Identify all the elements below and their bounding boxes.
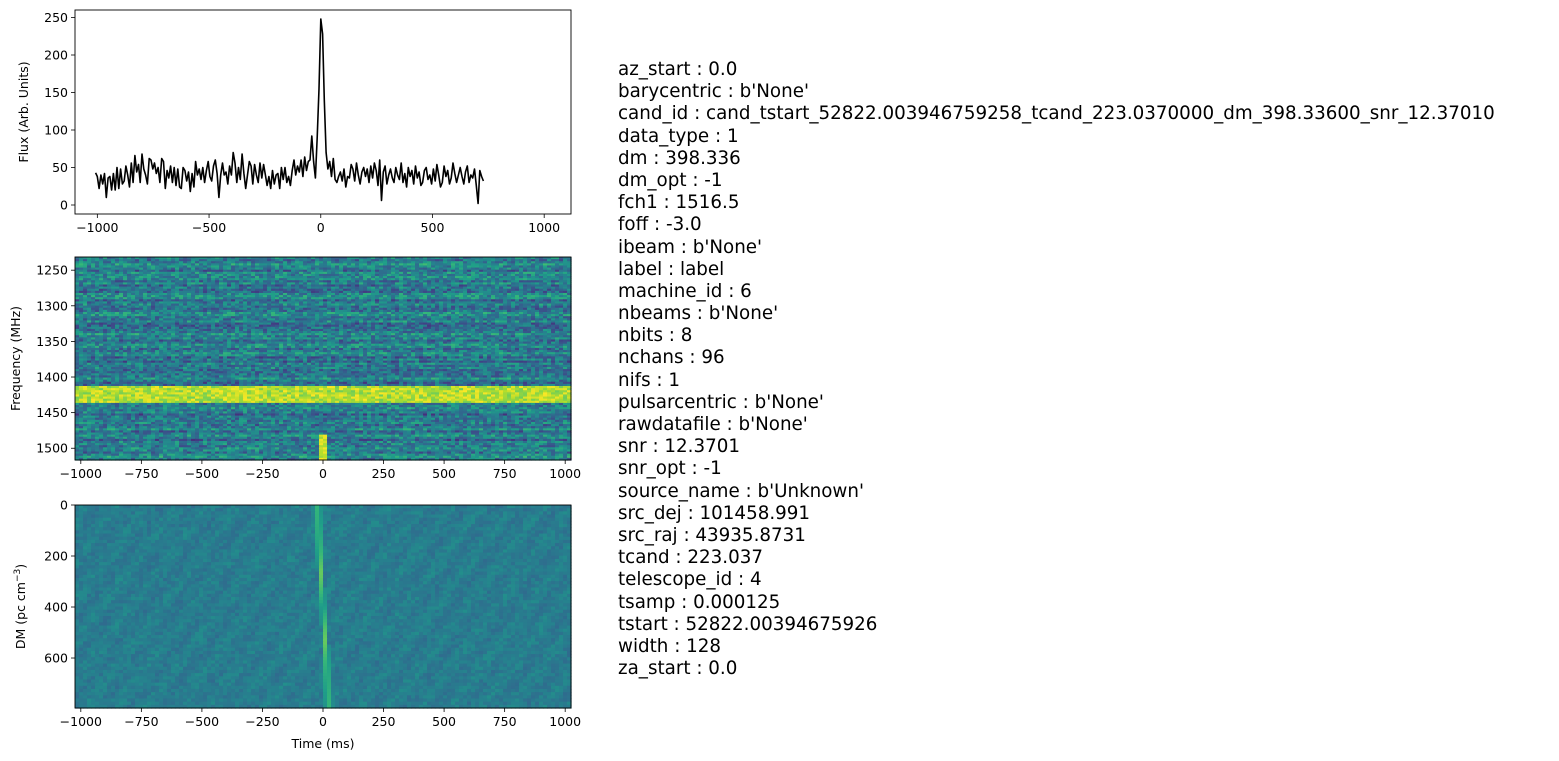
dm-time-image [75,505,572,709]
y-tick-label: 50 [52,160,68,175]
param-tstart: tstart : 52822.00394675926 [618,613,878,635]
param-nbits: nbits : 8 [618,325,693,347]
param-cand-id: cand_id : cand_tstart_52822.003946759258… [618,103,1495,125]
x-tick-label: 500 [432,714,456,729]
x-tick-label: 0 [317,220,325,235]
y-tick-label: 100 [44,123,68,138]
y-tick-label: 1300 [36,298,68,313]
param-az-start: az_start : 0.0 [618,59,738,80]
x-tick-label: 500 [421,220,445,235]
x-tick-label: −250 [245,466,279,481]
y-tick-label: 250 [44,10,68,25]
param-snr-opt: snr_opt : -1 [618,458,722,480]
param-src-raj: src_raj : 43935.8731 [618,524,806,546]
candidate-parameters-list: az_start : 0.0 barycentric : b'None' cand_… [618,59,1495,680]
x-tick-label: −1000 [76,220,118,235]
param-nchans: nchans : 96 [618,347,725,369]
x-tick-label: 0 [319,466,327,481]
param-barycentric: barycentric : b'None' [618,81,809,103]
x-tick-label: 500 [432,466,456,481]
x-tick-label: 1000 [528,220,560,235]
x-tick-label: 750 [493,714,517,729]
x-tick-label: 750 [493,466,517,481]
y-axis-label: DM (pc cm−3) [13,564,28,649]
param-snr: snr : 12.3701 [618,436,741,458]
x-tick-label: 1000 [549,714,581,729]
y-tick-label: 1450 [36,405,68,420]
param-nifs: nifs : 1 [618,369,681,391]
y-axis-label: Flux (Arb. Units) [16,61,31,162]
y-tick-label: 1250 [36,263,68,278]
y-tick-label: 400 [44,600,68,615]
param-nbeams: nbeams : b'None' [618,303,779,325]
waterfall-image [75,257,572,461]
param-tsamp: tsamp : 0.000125 [618,591,781,613]
param-rawdatafile: rawdatafile : b'None' [618,414,808,435]
x-tick-label: −250 [245,714,279,729]
x-tick-label: −1000 [60,714,102,729]
y-tick-label: 200 [44,48,68,63]
y-tick-label: 1400 [36,370,68,385]
param-tcand: tcand : 223.037 [618,547,763,569]
y-tick-label: 200 [44,549,68,564]
param-data-type: data_type : 1 [618,125,739,147]
y-tick-label: 1350 [36,334,68,349]
y-tick-label: 150 [44,85,68,100]
x-tick-label: 250 [372,466,396,481]
x-tick-label: −500 [185,714,219,729]
param-telescope-id: telescope_id : 4 [618,569,762,591]
param-width: width : 128 [618,635,722,657]
x-tick-label: −750 [124,714,158,729]
param-ibeam: ibeam : b'None' [618,236,763,258]
frequency-time-panel: −1000 −750 −500 −250 0 250 500 750 1000 1250 1300 1… [8,256,581,481]
param-machine-id: machine_id : 6 [618,280,752,302]
x-tick-label: 250 [372,714,396,729]
param-foff: foff : -3.0 [618,214,702,236]
y-tick-label: 0 [60,198,68,213]
param-src-dej: src_dej : 101458.991 [618,502,811,524]
x-tick-label: 0 [319,714,327,729]
param-source-name: source_name : b'Unknown' [618,480,864,502]
param-fch1: fch1 : 1516.5 [618,192,740,214]
dm-time-panel: −1000 −750 −500 −250 0 250 500 750 1000 0 200 400 60… [13,498,581,752]
y-tick-label: 1500 [36,441,68,456]
x-tick-label: 1000 [549,466,581,481]
flux-profile-panel: −1000 −500 0 500 1000 0 50 100 150 200 250 Flux (Ar… [16,9,572,235]
x-axis-label: Time (ms) [290,736,354,751]
param-za-start: za_start : 0.0 [618,658,738,680]
x-tick-label: −500 [185,466,219,481]
y-tick-label: 600 [44,651,68,666]
param-dm: dm : 398.336 [618,147,741,169]
x-tick-label: −750 [124,466,158,481]
x-tick-label: −1000 [60,466,102,481]
x-tick-label: −500 [192,220,226,235]
param-pulsarcentric: pulsarcentric : b'None' [618,391,824,413]
param-label: label : label [618,258,725,280]
y-axis-label: Frequency (MHz) [8,306,23,411]
flux-series-line [94,18,485,205]
y-tick-label: 0 [60,498,68,513]
param-dm-opt: dm_opt : -1 [618,169,723,191]
